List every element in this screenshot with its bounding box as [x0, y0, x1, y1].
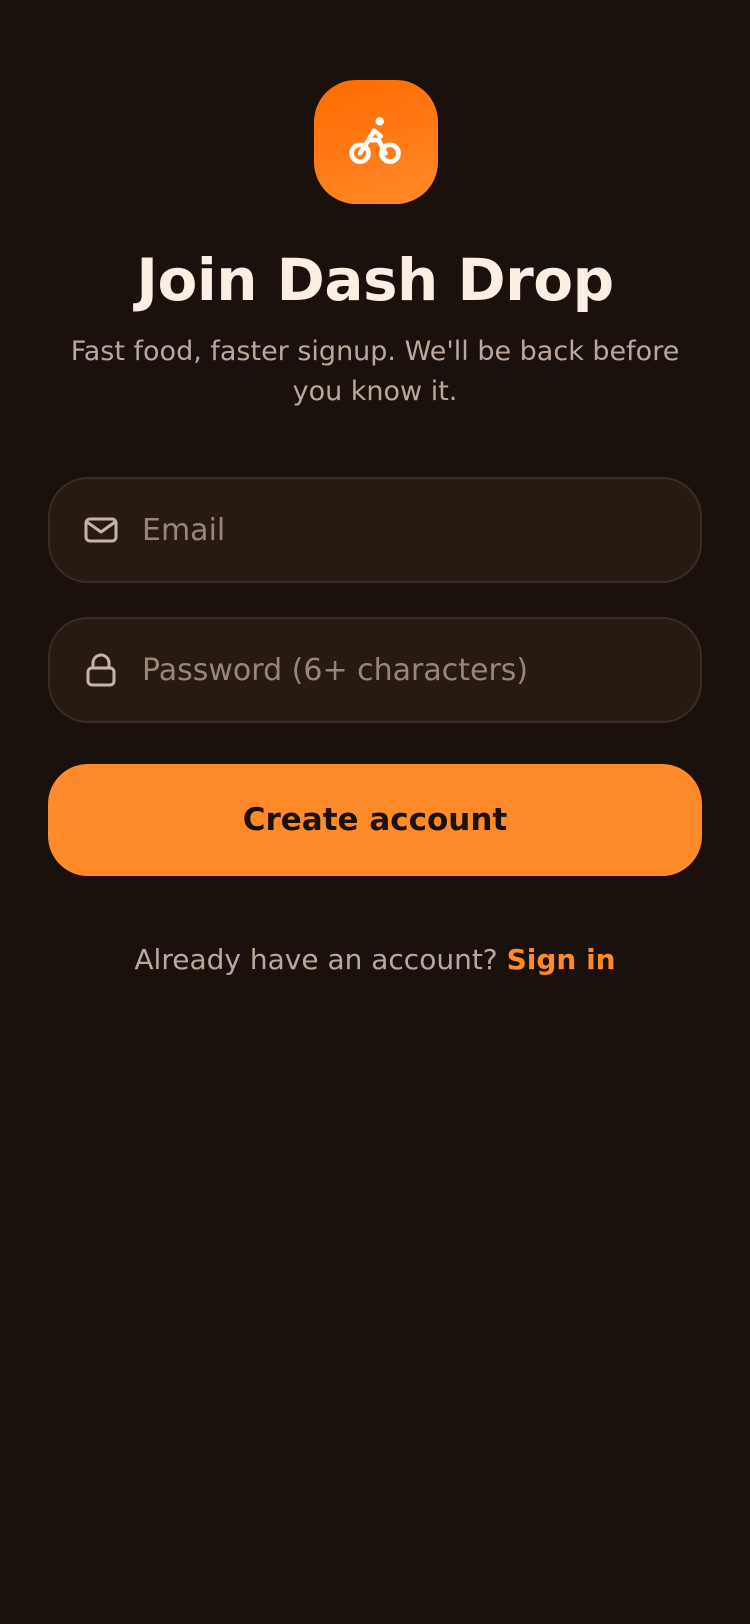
- password-field-container[interactable]: [48, 617, 702, 723]
- app-logo: [314, 80, 438, 204]
- signin-prompt-text: Already have an account?: [134, 943, 498, 976]
- bike-rider-icon: [349, 117, 401, 165]
- signup-screen: Join Dash Drop Fast food, faster signup.…: [0, 0, 750, 1624]
- lock-icon: [83, 652, 119, 688]
- mail-icon: [83, 512, 119, 548]
- page-subtitle: Fast food, faster signup. We'll be back …: [70, 336, 680, 407]
- create-account-button[interactable]: Create account: [48, 764, 702, 876]
- password-input[interactable]: [142, 619, 676, 721]
- email-input[interactable]: [142, 479, 676, 581]
- signin-prompt-row: Already have an account? Sign in: [0, 940, 750, 980]
- page-title: Join Dash Drop: [136, 246, 614, 314]
- email-field-container[interactable]: [48, 477, 702, 583]
- sign-in-link[interactable]: Sign in: [507, 943, 616, 976]
